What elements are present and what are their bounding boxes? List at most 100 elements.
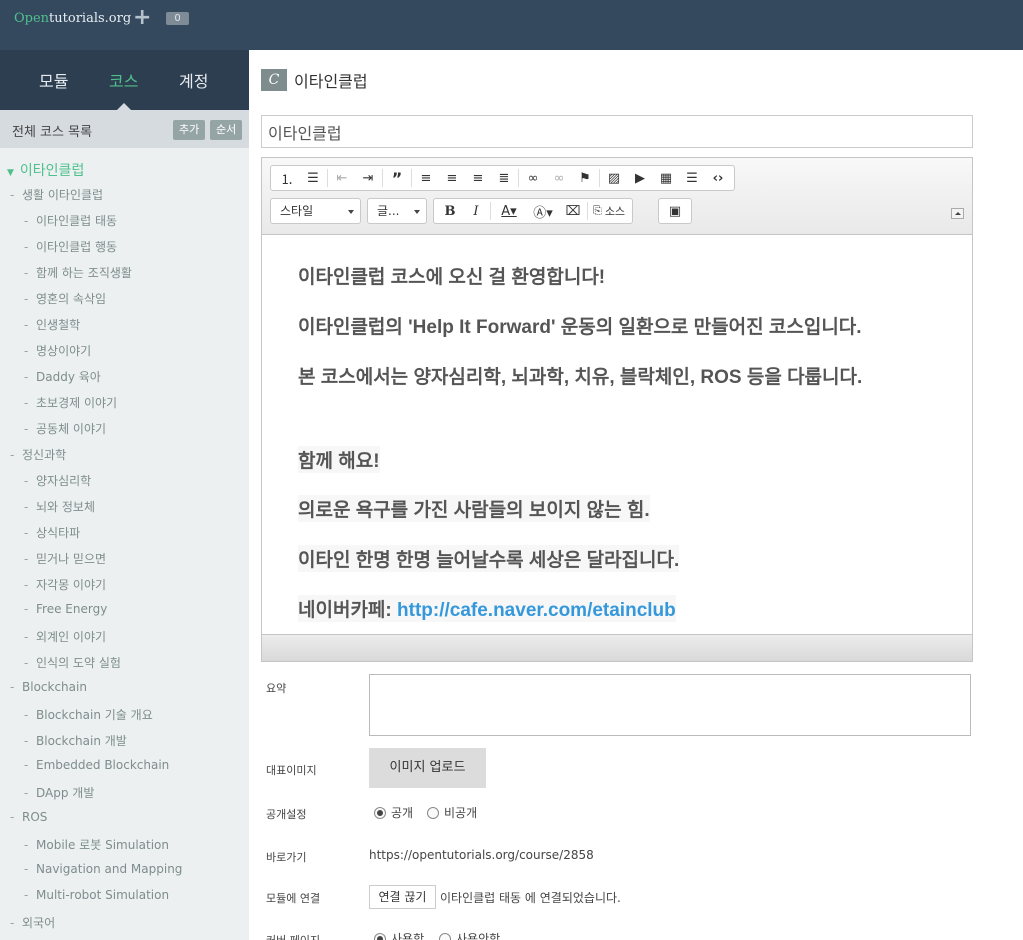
tree-subitem[interactable]: - 인식의 도약 실험 <box>24 654 121 671</box>
tree-subitem[interactable]: - Navigation and Mapping <box>24 862 182 876</box>
tree-category[interactable]: - ROS <box>10 810 47 824</box>
unlink-icon[interactable]: ∞ <box>546 167 572 189</box>
source-button[interactable]: ⎘ 소스 <box>589 200 629 222</box>
cover-use-radio[interactable]: 사용함 <box>374 930 424 940</box>
notification-badge[interactable]: 0 <box>166 12 189 25</box>
tree-subitem[interactable]: - DApp 개발 <box>24 784 94 801</box>
tree-subitem[interactable]: - 명상이야기 <box>24 342 91 359</box>
editor-body[interactable]: 이타인클럽 코스에 오신 걸 환영합니다! 이타인클럽의 'Help It Fo… <box>262 235 972 633</box>
remove-format-icon[interactable]: ⌧ <box>560 200 586 222</box>
cover-page-label: 커버 페이지 <box>266 932 320 940</box>
tree-subitem[interactable]: - 자각몽 이야기 <box>24 576 106 593</box>
image-icon[interactable]: ▨ <box>601 167 627 189</box>
tree-subitem[interactable]: - Free Energy <box>24 602 107 616</box>
tree-subitem[interactable]: - Embedded Blockchain <box>24 758 169 772</box>
align-justify-icon[interactable]: ≣ <box>491 167 517 189</box>
text-color-icon[interactable]: A▾ <box>492 200 526 222</box>
private-radio[interactable]: 비공개 <box>427 804 477 821</box>
tree-root[interactable]: ▼ 이타인클럽 <box>7 160 84 180</box>
tree-category[interactable]: - 생활 이타인클럽 <box>10 186 103 203</box>
module-link-status: 이타인클럽 태동 에 연결되었습니다. <box>440 891 621 905</box>
radio-dot <box>374 932 386 940</box>
link-icon[interactable]: ∞ <box>520 167 546 189</box>
add-course-button[interactable]: 추가 <box>173 120 206 140</box>
tree-subitem[interactable]: - 상식타파 <box>24 524 80 541</box>
editor-line: 이타인클럽 코스에 오신 걸 환영합니다! <box>298 267 606 288</box>
dropdown-caret-icon <box>414 210 420 214</box>
blockquote-icon[interactable]: ” <box>384 167 410 189</box>
tree-subitem[interactable]: - Daddy 육아 <box>24 368 101 385</box>
style-combo[interactable]: 스타일 <box>270 198 361 224</box>
tree-subitem[interactable]: - 초보경제 이야기 <box>24 394 117 411</box>
tree-subitem[interactable]: - 뇌와 정보체 <box>24 498 95 515</box>
align-center-icon[interactable]: ≡ <box>439 167 465 189</box>
video-icon[interactable]: ▶ <box>627 167 653 189</box>
tree-dash: - <box>24 318 29 332</box>
order-button[interactable]: 순서 <box>210 120 243 140</box>
tree-dash: - <box>24 422 29 436</box>
cover-nouse-radio[interactable]: 사용안함 <box>439 930 500 940</box>
outdent-icon[interactable]: ⇤ <box>329 167 355 189</box>
separator <box>518 169 519 187</box>
numbered-list-icon[interactable]: ⒈ <box>274 167 300 189</box>
editor-line: 이타인클럽의 'Help It Forward' 운동의 일환으로 만들어진 코… <box>298 317 862 338</box>
collapse-toolbar-icon[interactable] <box>951 208 964 219</box>
tree-category[interactable]: - Blockchain <box>10 680 87 694</box>
align-left-icon[interactable]: ≡ <box>413 167 439 189</box>
tree-subitem[interactable]: - 인생철학 <box>24 316 80 333</box>
course-list-header: 전체 코스 목록 추가 순서 <box>0 110 249 148</box>
image-upload-button[interactable]: 이미지 업로드 <box>369 748 486 788</box>
tree-subitem[interactable]: - Blockchain 기술 개요 <box>24 706 153 723</box>
horizontal-rule-icon[interactable]: ☰ <box>679 167 705 189</box>
summary-textarea[interactable] <box>369 674 971 736</box>
tree-subitem[interactable]: - 이타인클럽 행동 <box>24 238 117 255</box>
tree-item-label: 정신과학 <box>22 448 67 462</box>
separator <box>599 169 600 187</box>
active-tab-arrow <box>117 103 131 110</box>
source-icon: ⎘ <box>593 204 602 217</box>
table-icon[interactable]: ▦ <box>653 167 679 189</box>
tree-subitem[interactable]: - 이타인클럽 태동 <box>24 212 117 229</box>
anchor-flag-icon[interactable]: ⚑ <box>572 167 598 189</box>
tree-subitem[interactable]: - 공동체 이야기 <box>24 420 106 437</box>
shortcut-label: 바로가기 <box>266 851 307 864</box>
tree-subitem[interactable]: - Blockchain 개발 <box>24 732 127 749</box>
bold-icon[interactable]: B <box>437 200 463 222</box>
align-right-icon[interactable]: ≡ <box>465 167 491 189</box>
tree-category[interactable]: - 정신과학 <box>10 446 66 463</box>
public-radio[interactable]: 공개 <box>374 804 413 821</box>
tree-subitem[interactable]: - 믿거나 믿으면 <box>24 550 106 567</box>
tree-subitem[interactable]: - 함께 하는 조직생활 <box>24 264 132 281</box>
tab-courses[interactable]: 코스 <box>109 68 138 92</box>
code-icon[interactable]: ‹› <box>705 167 731 189</box>
save-icon[interactable]: ▣ <box>662 200 688 222</box>
font-combo[interactable]: 글... <box>367 198 427 224</box>
tree-dash: - <box>10 188 15 202</box>
cafe-link[interactable]: http://cafe.naver.com/etainclub <box>397 600 676 621</box>
indent-icon[interactable]: ⇥ <box>355 167 381 189</box>
editor-line: 본 코스에서는 양자심리학, 뇌과학, 치유, 블락체인, ROS 등을 다룹니… <box>298 367 863 388</box>
shortcut-url[interactable]: https://opentutorials.org/course/2858 <box>369 848 594 862</box>
background-color-icon[interactable]: Ⓐ▾ <box>526 200 560 222</box>
tree-subitem[interactable]: - Multi-robot Simulation <box>24 888 169 902</box>
site-logo[interactable]: Opentutorials.org <box>14 11 131 26</box>
tree-item-label: 외국어 <box>22 916 56 930</box>
tree-category[interactable]: - 외국어 <box>10 914 55 931</box>
tree-dash: - <box>24 862 29 876</box>
tree-dash: - <box>24 602 29 616</box>
bulleted-list-icon[interactable]: ☰ <box>300 167 326 189</box>
unlink-button[interactable]: 연결 끊기 <box>369 885 436 909</box>
tree-subitem[interactable]: - 외계인 이야기 <box>24 628 106 645</box>
tree-subitem[interactable]: - 영혼의 속삭임 <box>24 290 106 307</box>
tree-item-label: 인식의 도약 실험 <box>36 656 121 670</box>
tab-account[interactable]: 계정 <box>179 68 208 92</box>
course-title-input[interactable] <box>261 115 973 148</box>
tree-item-label: 공동체 이야기 <box>36 422 107 436</box>
editor-toolbar: ⒈ ☰ ⇤ ⇥ ” ≡ ≡ ≡ ≣ ∞ ∞ ⚑ ▨ ▶ ▦ ☰ ‹› 스타일 글… <box>262 158 972 235</box>
italic-icon[interactable]: I <box>463 200 489 222</box>
tree-dash: - <box>24 708 29 722</box>
tree-subitem[interactable]: - 양자심리학 <box>24 472 91 489</box>
tree-subitem[interactable]: - Mobile 로봇 Simulation <box>24 836 169 853</box>
plus-icon[interactable]: + <box>133 6 151 30</box>
tab-modules[interactable]: 모듈 <box>39 68 68 92</box>
